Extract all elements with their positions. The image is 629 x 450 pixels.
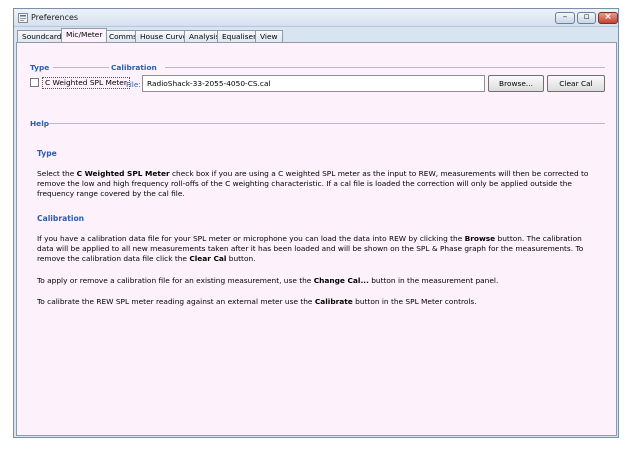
help-text: To apply or remove a calibration file fo…: [37, 276, 314, 285]
title-bar[interactable]: Preferences – ▫ ×: [14, 9, 618, 27]
c-weighted-label[interactable]: C Weighted SPL Meter: [42, 77, 130, 89]
clear-cal-button[interactable]: Clear Cal: [547, 75, 605, 92]
help-text: button.: [226, 254, 256, 263]
help-bold-text: Clear Cal: [189, 254, 227, 263]
preferences-window: Preferences – ▫ × Soundcard Mic/Meter Co…: [13, 8, 619, 438]
browse-button[interactable]: Browse...: [488, 75, 544, 92]
type-section-title: Type: [30, 63, 50, 72]
maximize-button[interactable]: ▫: [577, 12, 596, 24]
close-button[interactable]: ×: [598, 12, 618, 24]
help-divider: [49, 123, 605, 124]
help-calibration-heading: Calibration: [37, 214, 85, 223]
help-bold-text: C Weighted SPL Meter: [76, 169, 170, 178]
calibration-section-title: Calibration: [111, 63, 157, 72]
calibration-divider: [165, 67, 605, 68]
maximize-icon: ▫: [583, 12, 590, 22]
minimize-button[interactable]: –: [555, 12, 575, 24]
window-title: Preferences: [31, 13, 79, 22]
app-icon: [18, 13, 28, 23]
help-type-heading: Type: [37, 149, 57, 158]
help-bold-text: Change Cal...: [313, 276, 369, 285]
help-calibration-paragraph-3: To calibrate the REW SPL meter reading a…: [37, 297, 597, 307]
help-text: Select the: [37, 169, 77, 178]
close-icon: ×: [604, 12, 612, 22]
help-text: button in the measurement panel.: [368, 276, 499, 285]
help-section-title: Help: [30, 119, 50, 128]
tab-mic-meter[interactable]: Mic/Meter: [61, 28, 108, 42]
tab-view[interactable]: View: [255, 30, 283, 42]
help-calibration-paragraph-1: If you have a calibration data file for …: [37, 234, 597, 264]
type-divider: [53, 67, 109, 68]
help-text: To calibrate the REW SPL meter reading a…: [37, 297, 315, 306]
help-calibration-paragraph-2: To apply or remove a calibration file fo…: [37, 276, 597, 286]
help-bold-text: Calibrate: [314, 297, 353, 306]
help-type-paragraph: Select the C Weighted SPL Meter check bo…: [37, 169, 597, 199]
tab-soundcard[interactable]: Soundcard: [17, 30, 67, 42]
minimize-icon: –: [562, 12, 568, 22]
help-bold-text: Browse: [464, 234, 496, 243]
c-weighted-checkbox[interactable]: [30, 78, 39, 87]
cal-file-field[interactable]: RadioShack-33-2055-4050-CS.cal: [142, 75, 485, 92]
help-text: button in the SPL Meter controls.: [352, 297, 477, 306]
mic-meter-panel: Type Calibration C Weighted SPL Meter Fi…: [16, 42, 617, 436]
file-label: File:: [126, 80, 141, 89]
help-text: If you have a calibration data file for …: [37, 234, 465, 243]
